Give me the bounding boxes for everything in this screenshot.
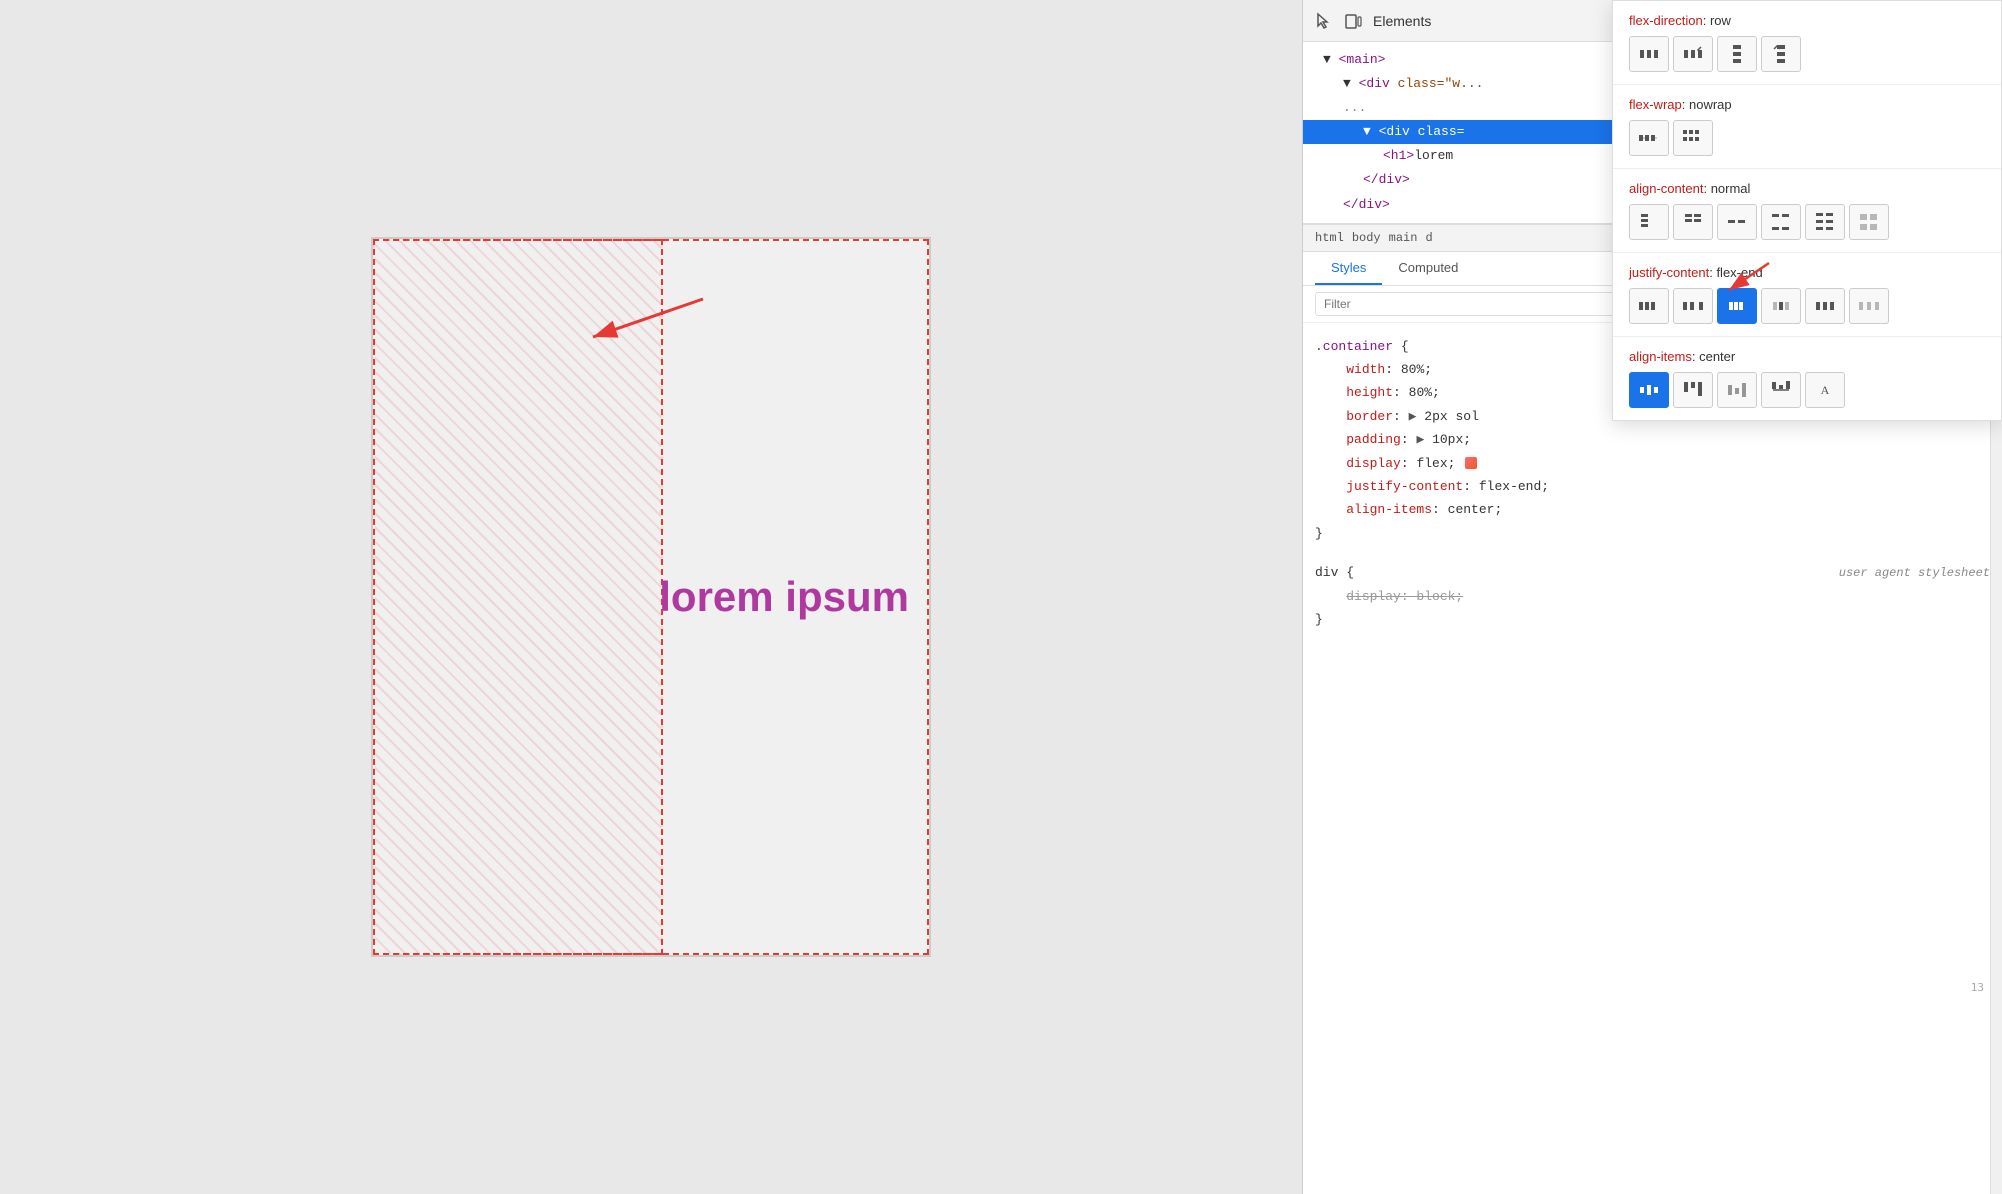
css-rules: .container { width: 80%; height: 80%; bo…	[1303, 323, 2002, 1194]
flex-direction-label: flex-direction: row	[1629, 13, 1985, 28]
cursor-icon[interactable]	[1313, 11, 1333, 31]
arrow-annotation	[573, 289, 723, 359]
align-items-label: align-items: center	[1629, 349, 1985, 364]
div-rule-header: div { user agent stylesheet	[1315, 561, 1990, 585]
flex-wrap-wrap-btn[interactable]	[1673, 120, 1713, 156]
jc-btn-1[interactable]	[1629, 288, 1669, 324]
device-icon[interactable]	[1343, 11, 1363, 31]
align-items-buttons: A	[1629, 372, 1985, 408]
flex-icon-badge[interactable]	[1465, 457, 1477, 469]
ac-btn-1[interactable]	[1629, 204, 1669, 240]
align-content-label: align-content: normal	[1629, 181, 1985, 196]
breadcrumb-body[interactable]: body	[1352, 231, 1381, 245]
flex-wrap-buttons	[1629, 120, 1985, 156]
flex-dir-row-rev-btn[interactable]	[1673, 36, 1713, 72]
flex-direction-buttons	[1629, 36, 1985, 72]
ai-btn-3[interactable]	[1717, 372, 1757, 408]
ac-btn-6[interactable]	[1849, 204, 1889, 240]
svg-text:A: A	[1821, 383, 1830, 397]
jc-btn-3[interactable]	[1717, 288, 1757, 324]
line-number: 13	[1971, 981, 1984, 994]
ac-btn-4[interactable]	[1761, 204, 1801, 240]
jc-btn-4[interactable]	[1761, 288, 1801, 324]
close-brace-container: }	[1315, 522, 1990, 545]
align-content-buttons	[1629, 204, 1985, 240]
jc-btn-6[interactable]	[1849, 288, 1889, 324]
prop-display[interactable]: display: flex;	[1315, 452, 1990, 475]
preview-panel: lorem ipsum	[0, 0, 1302, 1194]
div-rule: div { user agent stylesheet display: blo…	[1303, 557, 2002, 635]
jc-btn-5[interactable]	[1805, 288, 1845, 324]
flex-wrap-section: flex-wrap: nowrap	[1613, 85, 2001, 169]
ai-btn-2[interactable]	[1673, 372, 1713, 408]
ai-btn-5[interactable]: A	[1805, 372, 1845, 408]
align-content-section: align-content: normal	[1613, 169, 2001, 253]
justify-content-section: justify-content: flex-end	[1613, 253, 2001, 337]
breadcrumb-main[interactable]: main	[1389, 231, 1418, 245]
elements-tab[interactable]: Elements	[1373, 13, 1431, 29]
close-brace-div: }	[1315, 608, 1990, 631]
ai-btn-4[interactable]	[1761, 372, 1801, 408]
flex-direction-section: flex-direction: row	[1613, 1, 2001, 85]
ac-btn-5[interactable]	[1805, 204, 1845, 240]
jc-btn-2[interactable]	[1673, 288, 1713, 324]
align-items-section: align-items: center	[1613, 337, 2001, 420]
justify-content-buttons	[1629, 288, 1985, 324]
breadcrumb-d[interactable]: d	[1425, 231, 1432, 245]
flex-dir-col-btn[interactable]	[1717, 36, 1757, 72]
ac-btn-2[interactable]	[1673, 204, 1713, 240]
flex-dir-row-btn[interactable]	[1629, 36, 1669, 72]
browser-preview: lorem ipsum	[371, 237, 931, 957]
justify-content-label: justify-content: flex-end	[1629, 265, 1985, 280]
flex-wrap-label: flex-wrap: nowrap	[1629, 97, 1985, 112]
prop-align[interactable]: align-items: center;	[1315, 498, 1990, 521]
breadcrumb-html[interactable]: html	[1315, 231, 1344, 245]
flex-wrap-nowrap-btn[interactable]	[1629, 120, 1669, 156]
prop-display-ua[interactable]: display: block;	[1315, 585, 1990, 608]
ua-label: user agent stylesheet	[1839, 563, 1990, 585]
tab-styles[interactable]: Styles	[1315, 252, 1382, 285]
ac-btn-3[interactable]	[1717, 204, 1757, 240]
ai-btn-1[interactable]	[1629, 372, 1669, 408]
lorem-text: lorem ipsum	[659, 573, 929, 621]
flex-inspector: flex-direction: row	[1612, 0, 2002, 421]
prop-justify[interactable]: justify-content: flex-end;	[1315, 475, 1990, 498]
tab-computed[interactable]: Computed	[1382, 252, 1474, 285]
prop-padding[interactable]: padding: ▶ 10px;	[1315, 428, 1990, 451]
flex-dir-col-rev-btn[interactable]	[1761, 36, 1801, 72]
devtools-panel: Elements ▼ <main> ▼ <div class="w... ...…	[1302, 0, 2002, 1194]
